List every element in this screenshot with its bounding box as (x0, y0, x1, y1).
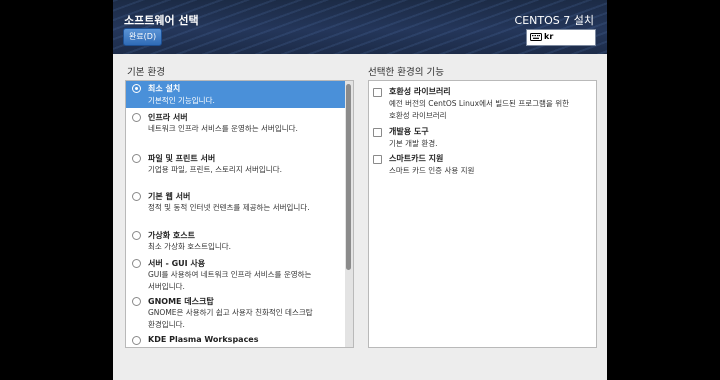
env-item-desc: 기업용 파일, 프린트, 스토리지 서버입니다. (148, 165, 282, 174)
keyboard-icon (530, 33, 542, 41)
env-item-desc: 서버입니다. (148, 282, 185, 291)
env-list-scrollbar[interactable] (345, 81, 353, 347)
keyboard-layout-label: kr (544, 32, 554, 41)
base-environment-label: 기본 환경 (127, 67, 165, 78)
base-environment-list: 최소 설치 기본적인 기능입니다. 인프라 서버 네트워크 인프라 서비스를 운… (125, 80, 354, 348)
env-item-name: 인프라 서버 (148, 113, 188, 122)
env-item-desc: 최소 가상화 호스트입니다. (148, 242, 232, 251)
env-item-gnome-desktop[interactable]: GNOME 데스크탑 GNOME은 사용하기 쉽고 사용자 친화적인 데스크탑 … (126, 294, 345, 330)
addon-item-name: 호환성 라이브러리 (389, 87, 451, 96)
addons-label: 선택한 환경의 기능 (368, 67, 444, 78)
addon-item-name: 개발용 도구 (389, 127, 429, 136)
env-item-desc: 정적 및 동적 인터넷 컨텐츠를 제공하는 서버입니다. (148, 203, 310, 212)
addon-item-desc: 기본 개발 환경. (389, 139, 438, 148)
radio-button[interactable] (132, 297, 141, 306)
env-item-desc: GUI를 사용하여 네트워크 인프라 서비스를 운영하는 (148, 270, 312, 279)
env-item-name: 최소 설치 (148, 84, 181, 93)
addons-list: 호환성 라이브러리 예전 버전의 CentOS Linux에서 빌드된 프로그램… (368, 80, 597, 348)
env-item-desc: 네트워크 인프라 서비스를 운영하는 서버입니다. (148, 124, 298, 133)
env-item-kde-plasma[interactable]: KDE Plasma Workspaces (126, 333, 345, 347)
radio-button[interactable] (132, 259, 141, 268)
env-item-basic-web-server[interactable]: 기본 웹 서버 정적 및 동적 인터넷 컨텐츠를 제공하는 서버입니다. (126, 189, 345, 219)
env-item-name: 가상화 호스트 (148, 231, 195, 240)
checkbox[interactable] (373, 88, 382, 97)
env-item-file-print-server[interactable]: 파일 및 프린트 서버 기업용 파일, 프린트, 스토리지 서버입니다. (126, 151, 345, 181)
radio-button[interactable] (132, 231, 141, 240)
header-bar: 소프트웨어 선택 CENTOS 7 설치 완료(D) kr (113, 0, 607, 54)
env-item-name: KDE Plasma Workspaces (148, 335, 259, 344)
done-button[interactable]: 완료(D) (123, 28, 162, 46)
addon-item-desc: 예전 버전의 CentOS Linux에서 빌드된 프로그램을 위한 (389, 99, 570, 108)
env-item-desc: 환경입니다. (148, 320, 185, 329)
checkbox[interactable] (373, 128, 382, 137)
product-title: CENTOS 7 설치 (514, 14, 594, 27)
env-item-name: GNOME 데스크탑 (148, 297, 214, 306)
env-item-name: 서버 - GUI 사용 (148, 259, 206, 268)
env-item-name: 파일 및 프린트 서버 (148, 154, 216, 163)
scrollbar-thumb[interactable] (346, 84, 351, 270)
env-item-infra-server[interactable]: 인프라 서버 네트워크 인프라 서비스를 운영하는 서버입니다. (126, 110, 345, 140)
env-item-desc: 기본적인 기능입니다. (148, 96, 215, 105)
env-item-desc: GNOME은 사용하기 쉽고 사용자 친화적인 데스크탑 (148, 308, 313, 317)
addon-item-desc: 호환성 라이브러리 (389, 111, 447, 120)
radio-button[interactable] (132, 336, 141, 345)
radio-button[interactable] (132, 113, 141, 122)
page-title: 소프트웨어 선택 (124, 14, 199, 27)
addon-item-name: 스마트카드 지원 (389, 154, 444, 163)
env-item-virtualization-host[interactable]: 가상화 호스트 최소 가상화 호스트입니다. (126, 228, 345, 256)
software-selection-window: 소프트웨어 선택 CENTOS 7 설치 완료(D) kr 기본 환경 선택한 … (113, 0, 607, 380)
addon-item-desc: 스마트 카드 인증 사용 지원 (389, 166, 475, 175)
env-item-minimal[interactable]: 최소 설치 기본적인 기능입니다. (126, 81, 345, 108)
env-item-name: 기본 웹 서버 (148, 192, 191, 201)
radio-button[interactable] (132, 192, 141, 201)
radio-button[interactable] (132, 84, 141, 93)
keyboard-layout-indicator[interactable]: kr (526, 29, 596, 46)
radio-button[interactable] (132, 154, 141, 163)
env-item-server-gui[interactable]: 서버 - GUI 사용 GUI를 사용하여 네트워크 인프라 서비스를 운영하는… (126, 256, 345, 292)
checkbox[interactable] (373, 155, 382, 164)
